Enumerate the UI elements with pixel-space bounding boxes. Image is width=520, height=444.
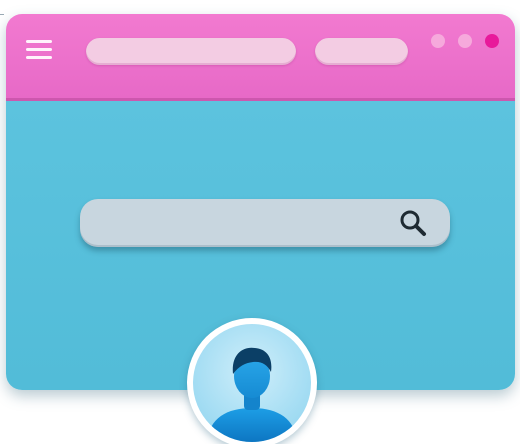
title-bar bbox=[6, 14, 515, 101]
search-input[interactable] bbox=[96, 207, 390, 241]
window-dot-3[interactable] bbox=[485, 34, 499, 48]
user-avatar-icon bbox=[207, 347, 297, 442]
avatar-background bbox=[193, 324, 311, 442]
window-dot-1[interactable] bbox=[431, 34, 445, 48]
search-bar[interactable] bbox=[80, 199, 450, 247]
toolbar-pill[interactable] bbox=[315, 38, 408, 65]
edge-mark bbox=[0, 14, 4, 15]
browser-illustration bbox=[0, 0, 520, 444]
hamburger-menu-icon[interactable] bbox=[26, 38, 52, 60]
window-dot-2[interactable] bbox=[458, 34, 472, 48]
address-bar[interactable] bbox=[86, 38, 296, 65]
user-avatar[interactable] bbox=[187, 318, 317, 444]
search-icon[interactable] bbox=[398, 208, 428, 238]
